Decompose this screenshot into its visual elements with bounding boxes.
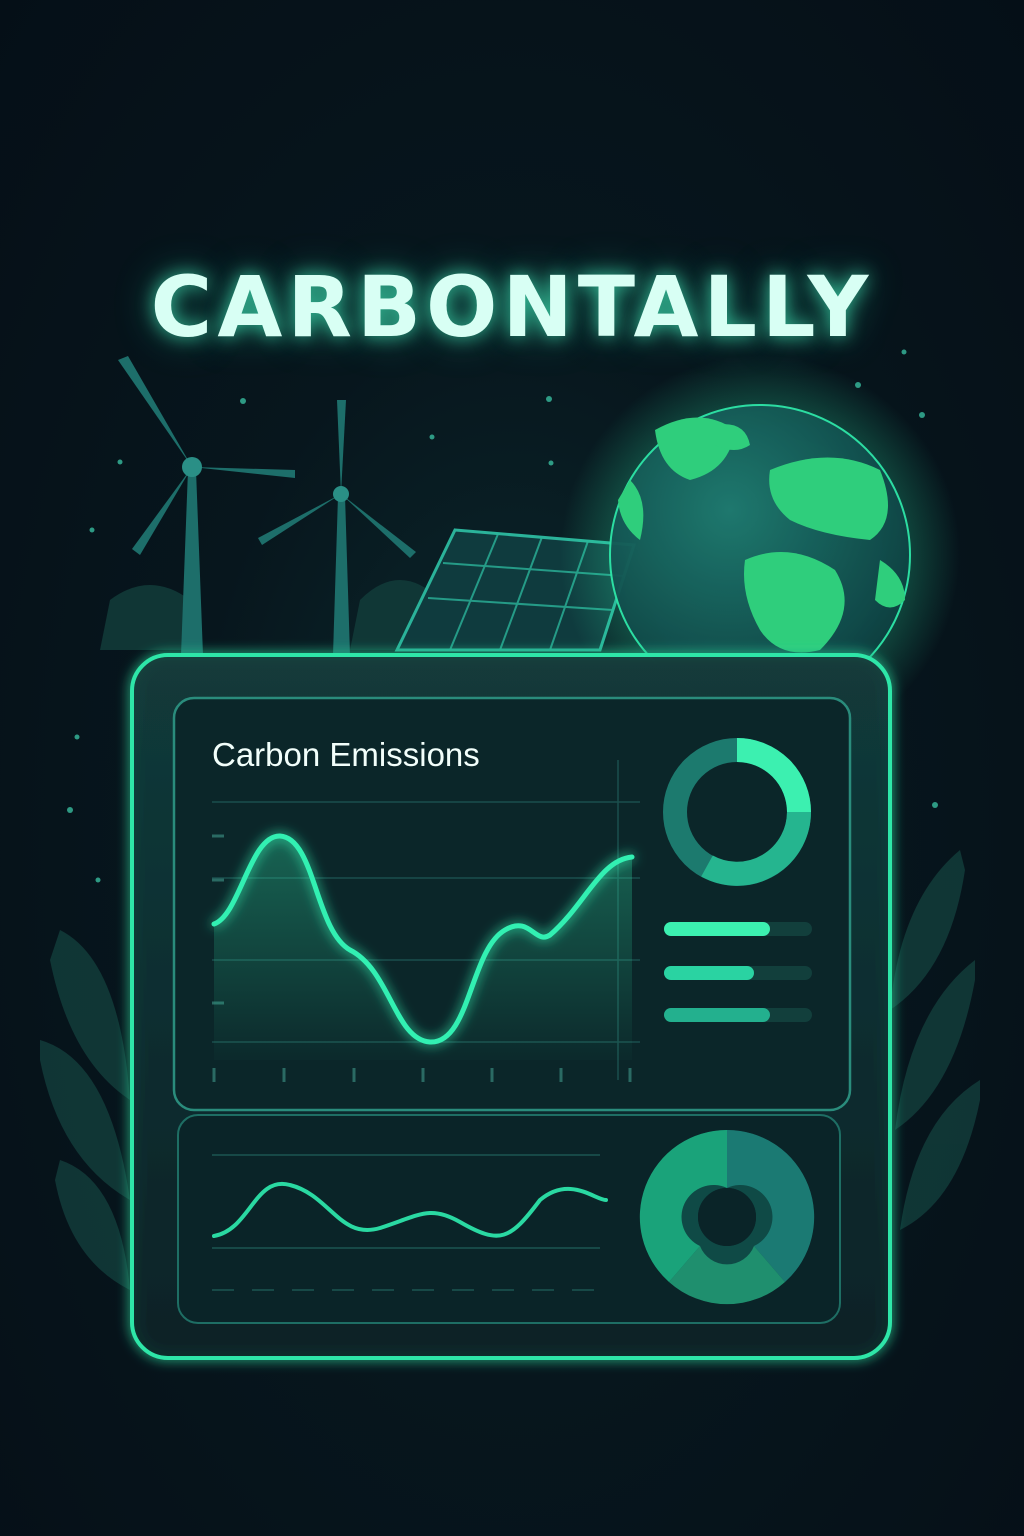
- dashboard-title: Carbon Emissions: [212, 736, 480, 773]
- secondary-donut-chart: [639, 1129, 815, 1305]
- brand-logo-text: CARBONTALLY: [150, 258, 874, 356]
- hero-illustration: [40, 349, 980, 1360]
